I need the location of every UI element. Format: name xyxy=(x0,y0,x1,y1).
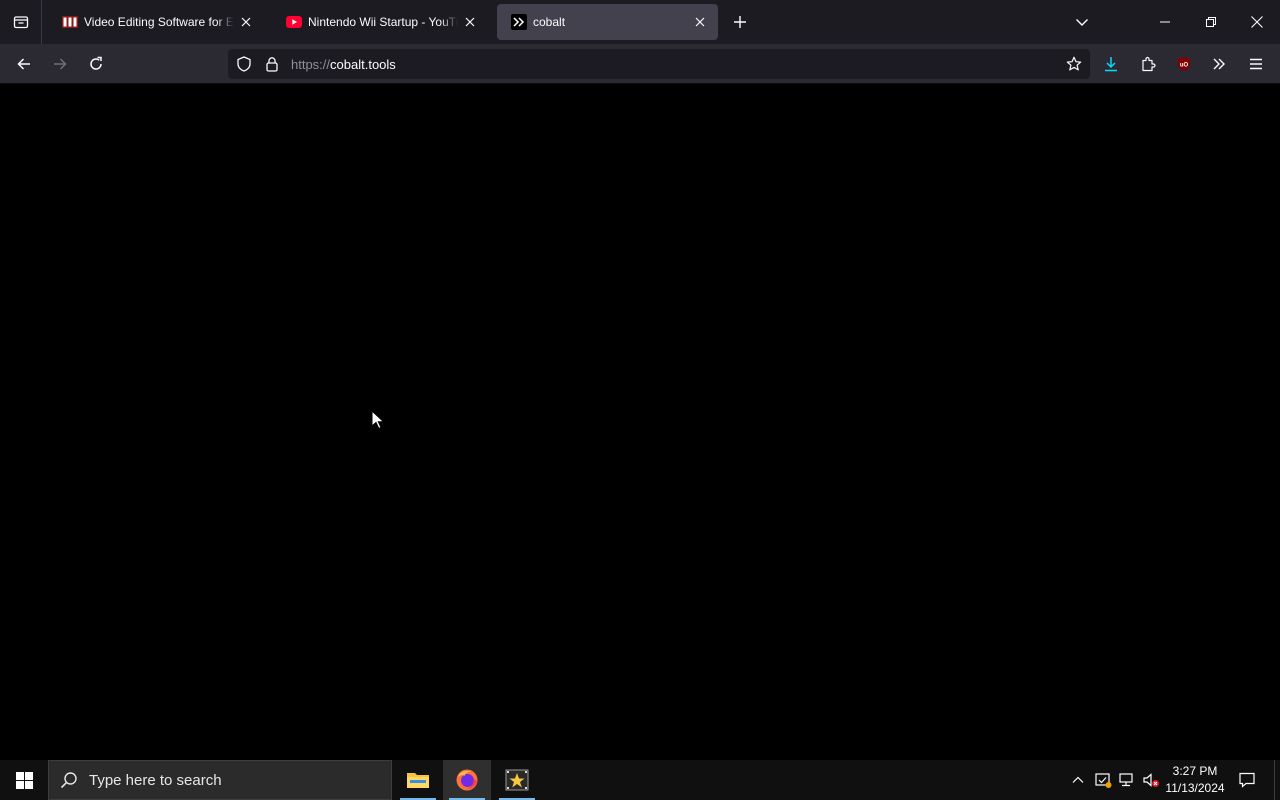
search-icon xyxy=(49,760,89,800)
volume-muted-icon[interactable] xyxy=(1141,770,1161,790)
reload-button[interactable] xyxy=(82,50,110,78)
windows-taskbar: Type here to search 3:27 PM 11/13/2024 xyxy=(0,760,1280,800)
url-scheme: https:// xyxy=(291,57,331,72)
new-tab-button[interactable] xyxy=(728,10,752,34)
tab-title: Nintendo Wii Startup - YouTube xyxy=(308,15,458,29)
tab-cobalt[interactable]: cobalt xyxy=(497,4,718,40)
network-icon[interactable] xyxy=(1117,770,1137,790)
bookmark-star-icon[interactable] xyxy=(1066,56,1082,72)
action-center-button[interactable] xyxy=(1237,770,1257,790)
clock-date: 11/13/2024 xyxy=(1165,781,1225,795)
clock-time: 3:27 PM xyxy=(1172,764,1218,778)
mouse-cursor-icon xyxy=(371,410,385,430)
arrow-left-icon xyxy=(17,58,30,70)
download-icon xyxy=(1105,57,1117,72)
tab-video-editing[interactable]: Video Editing Software for Everyone xyxy=(48,4,264,40)
close-tab-icon[interactable] xyxy=(692,14,708,30)
chevron-double-right-icon xyxy=(1213,58,1225,70)
plus-icon xyxy=(734,16,746,28)
extensions-button[interactable] xyxy=(1134,50,1162,78)
firefox-view-icon xyxy=(13,16,28,29)
ublock-origin-icon: uO xyxy=(1178,57,1190,71)
taskbar-file-explorer[interactable] xyxy=(394,760,442,800)
close-tab-icon[interactable] xyxy=(238,14,254,30)
taskbar-search-box[interactable]: Type here to search xyxy=(48,760,392,800)
minimize-icon xyxy=(1160,21,1170,23)
firefox-icon xyxy=(456,769,478,791)
back-button[interactable] xyxy=(10,50,38,78)
chevron-up-icon xyxy=(1072,776,1084,783)
url-text[interactable]: https://cobalt.tools xyxy=(291,57,396,72)
shield-icon[interactable] xyxy=(236,56,252,72)
taskbar-clock[interactable]: 3:27 PM 11/13/2024 xyxy=(1160,763,1230,797)
page-content xyxy=(0,84,1280,760)
lock-icon[interactable] xyxy=(264,56,280,72)
forward-button[interactable] xyxy=(46,50,74,78)
file-explorer-icon xyxy=(407,773,429,788)
start-button[interactable] xyxy=(0,760,48,800)
minimize-button[interactable] xyxy=(1142,0,1188,44)
ublock-origin-button[interactable]: uO xyxy=(1170,50,1198,78)
tab-title: Video Editing Software for Everyone xyxy=(84,15,234,29)
restore-button[interactable] xyxy=(1188,0,1234,44)
notification-icon xyxy=(1239,772,1255,788)
navigation-toolbar: https://cobalt.tools uO xyxy=(0,44,1280,84)
downloads-button[interactable] xyxy=(1097,50,1125,78)
nch-logo-icon xyxy=(62,14,78,30)
cobalt-icon xyxy=(511,14,527,30)
reload-icon xyxy=(90,56,102,70)
windows-logo-icon xyxy=(15,771,33,789)
address-bar[interactable]: https://cobalt.tools xyxy=(228,49,1090,79)
tab-strip: Video Editing Software for Everyone Nint… xyxy=(0,0,1280,44)
svg-text:uO: uO xyxy=(1180,63,1189,69)
movie-maker-icon xyxy=(505,769,529,791)
firefox-view-button[interactable] xyxy=(0,0,42,44)
puzzle-piece-icon xyxy=(1142,56,1156,72)
list-all-tabs-button[interactable] xyxy=(1070,10,1094,34)
taskbar-movie-maker[interactable] xyxy=(493,760,541,800)
restore-icon xyxy=(1206,17,1216,27)
arrow-right-icon xyxy=(54,58,67,70)
taskbar-firefox[interactable] xyxy=(443,760,491,800)
close-tab-icon[interactable] xyxy=(462,14,478,30)
show-hidden-icons-button[interactable] xyxy=(1068,770,1088,790)
tab-title: cobalt xyxy=(533,15,566,29)
tab-nintendo-youtube[interactable]: Nintendo Wii Startup - YouTube xyxy=(272,4,488,40)
close-icon xyxy=(1251,16,1263,28)
close-window-button[interactable] xyxy=(1234,0,1280,44)
chevron-down-icon xyxy=(1076,19,1088,26)
search-placeholder: Type here to search xyxy=(89,771,222,789)
hamburger-menu-icon xyxy=(1250,58,1262,70)
url-host: cobalt.tools xyxy=(330,57,396,72)
show-desktop-button[interactable] xyxy=(1274,760,1280,800)
tray-security-icon[interactable] xyxy=(1093,770,1113,790)
more-tools-button[interactable] xyxy=(1205,50,1233,78)
youtube-icon xyxy=(286,14,302,30)
app-menu-button[interactable] xyxy=(1242,50,1270,78)
